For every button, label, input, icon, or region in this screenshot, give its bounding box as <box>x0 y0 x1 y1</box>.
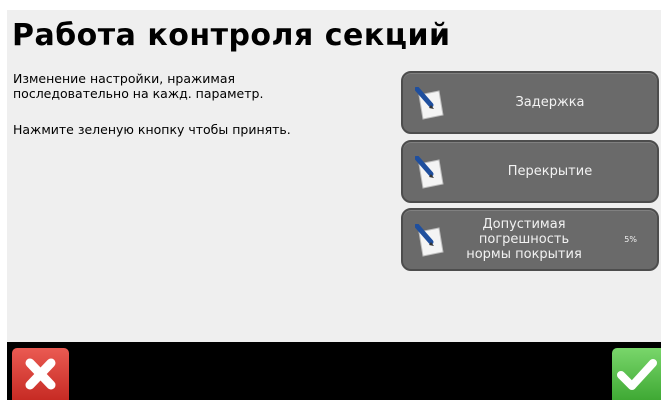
option-label: Перекрытие <box>507 164 593 179</box>
bottom-bar <box>7 342 661 400</box>
page-title: Работа контроля секций <box>12 18 451 53</box>
instruction-text: Изменение настройки, нражимая последоват… <box>13 71 264 101</box>
option-value: 5% <box>624 235 637 244</box>
instruction-text: Нажмите зеленую кнопку чтобы принять. <box>13 122 291 137</box>
accept-button[interactable] <box>612 348 661 400</box>
cancel-button[interactable] <box>12 348 69 400</box>
check-icon <box>617 359 657 390</box>
delay-option-button[interactable]: Задержка <box>401 71 659 134</box>
edit-pencil-icon <box>415 156 444 189</box>
overlap-option-button[interactable]: Перекрытие <box>401 140 659 203</box>
option-label: Задержка <box>515 95 585 110</box>
rate-tolerance-option-button[interactable]: Допустимая погрешность нормы покрытия 5% <box>401 208 659 271</box>
edit-pencil-icon <box>415 87 444 120</box>
option-label: Допустимая погрешность нормы покрытия <box>466 217 582 262</box>
edit-pencil-icon <box>415 224 444 257</box>
close-icon <box>25 358 56 390</box>
